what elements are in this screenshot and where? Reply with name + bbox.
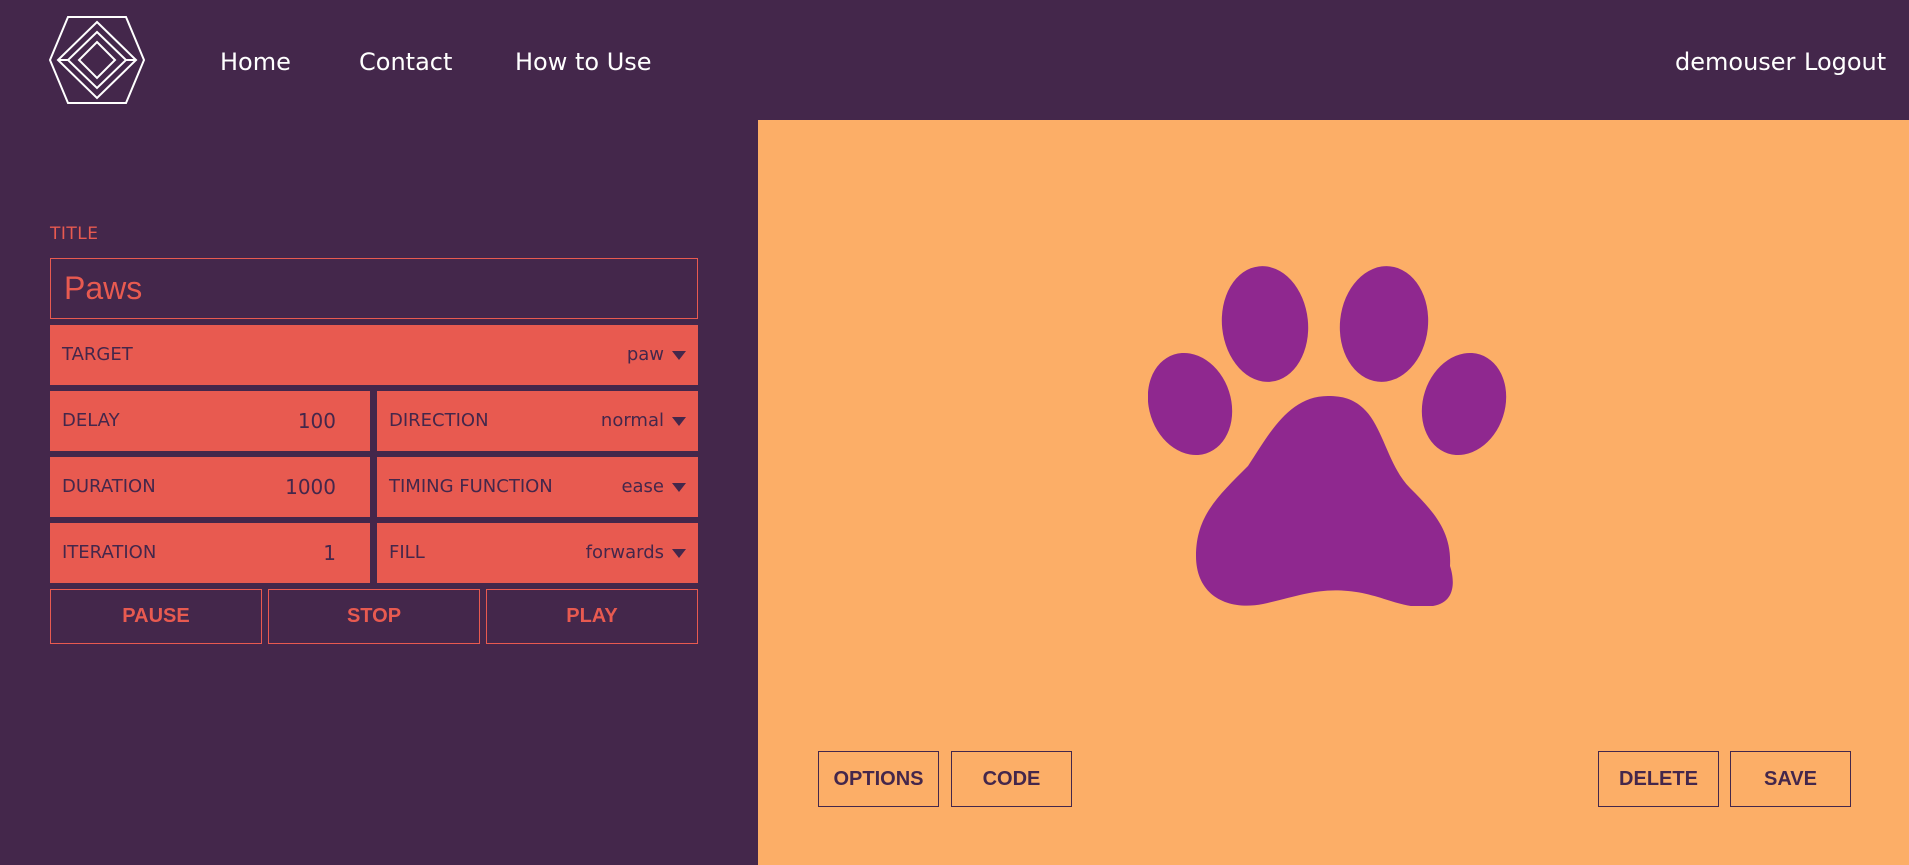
caret-down-icon bbox=[672, 417, 686, 426]
duration-field[interactable]: DURATION 1000 bbox=[50, 457, 370, 517]
logout-link[interactable]: Logout bbox=[1804, 48, 1886, 76]
caret-down-icon bbox=[672, 351, 686, 360]
code-button[interactable]: CODE bbox=[951, 751, 1072, 807]
diamond-logo-icon[interactable] bbox=[48, 14, 146, 106]
options-button[interactable]: OPTIONS bbox=[818, 751, 939, 807]
target-label: TARGET bbox=[62, 344, 133, 365]
direction-select[interactable]: DIRECTION normal bbox=[377, 391, 698, 451]
caret-down-icon bbox=[672, 483, 686, 492]
iteration-field[interactable]: ITERATION 1 bbox=[50, 523, 370, 583]
nav-contact-link[interactable]: Contact bbox=[359, 48, 452, 76]
direction-label: DIRECTION bbox=[389, 410, 489, 431]
fill-label: FILL bbox=[389, 542, 425, 563]
pause-button[interactable]: PAUSE bbox=[50, 589, 262, 644]
timing-function-label: TIMING FUNCTION bbox=[389, 476, 553, 497]
paw-icon[interactable] bbox=[1148, 266, 1518, 606]
delay-field[interactable]: DELAY 100 bbox=[50, 391, 370, 451]
target-select[interactable]: TARGET paw bbox=[50, 325, 698, 385]
timing-function-select[interactable]: TIMING FUNCTION ease bbox=[377, 457, 698, 517]
play-button[interactable]: PLAY bbox=[486, 589, 698, 644]
title-input[interactable] bbox=[50, 258, 698, 319]
save-button[interactable]: SAVE bbox=[1730, 751, 1851, 807]
title-label: TITLE bbox=[50, 224, 99, 244]
top-navbar: Home Contact How to Use demouser Logout bbox=[0, 0, 1909, 120]
caret-down-icon bbox=[672, 549, 686, 558]
iteration-value: 1 bbox=[323, 541, 336, 565]
fill-value: forwards bbox=[585, 542, 664, 563]
user-profile-link[interactable]: demouser bbox=[1675, 48, 1795, 76]
duration-label: DURATION bbox=[62, 476, 156, 497]
stop-button[interactable]: STOP bbox=[268, 589, 480, 644]
nav-how-to-use-link[interactable]: How to Use bbox=[515, 48, 652, 76]
target-value: paw bbox=[626, 344, 664, 365]
animation-stage: OPTIONS CODE DELETE SAVE bbox=[758, 120, 1909, 865]
nav-home-link[interactable]: Home bbox=[220, 48, 291, 76]
delay-label: DELAY bbox=[62, 410, 120, 431]
duration-value: 1000 bbox=[285, 475, 336, 499]
fill-select[interactable]: FILL forwards bbox=[377, 523, 698, 583]
iteration-label: ITERATION bbox=[62, 542, 157, 563]
delay-value: 100 bbox=[297, 409, 336, 433]
timing-function-value: ease bbox=[621, 476, 664, 497]
delete-button[interactable]: DELETE bbox=[1598, 751, 1719, 807]
direction-value: normal bbox=[600, 410, 664, 431]
